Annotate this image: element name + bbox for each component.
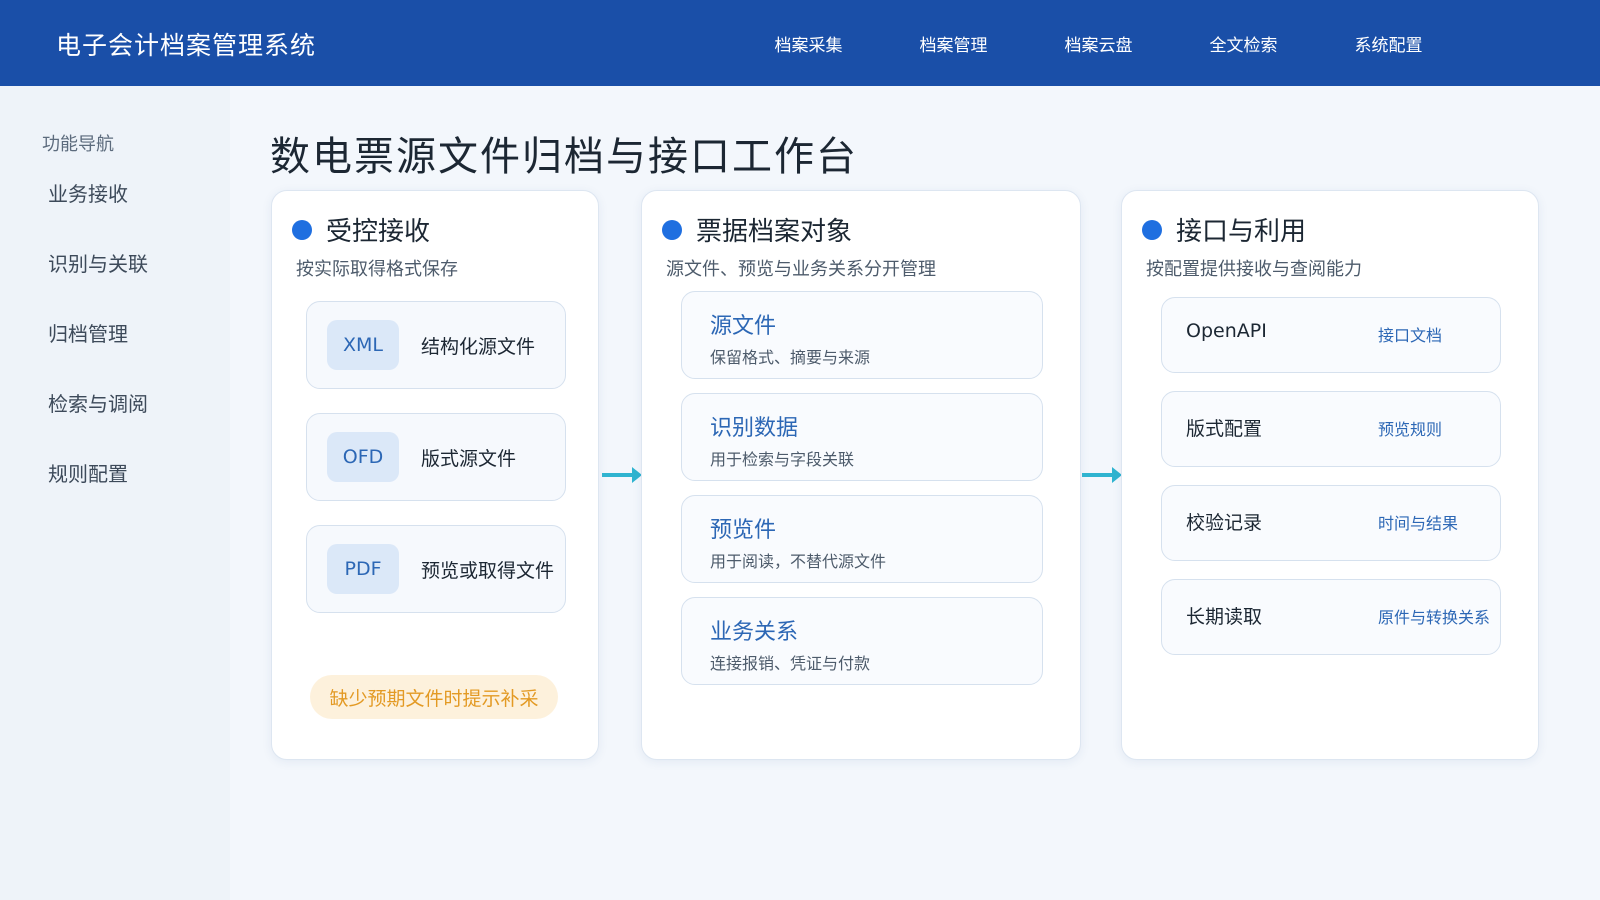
api-card: 接口与利用 按配置提供接收与查阅能力 OpenAPI 接口文档 版式配置 预览规… [1121, 190, 1539, 760]
api-item-name: 长期读取 [1186, 606, 1263, 628]
api-item-link[interactable]: 预览规则 [1378, 416, 1442, 440]
format-item-ofd[interactable]: OFD 版式源文件 [306, 413, 566, 501]
api-item-layout: 版式配置 预览规则 [1161, 391, 1501, 467]
format-label: 结构化源文件 [421, 336, 536, 358]
api-item-longterm: 长期读取 原件与转换关系 [1161, 579, 1501, 655]
nav-item-search[interactable]: 全文检索 [1171, 31, 1316, 56]
objects-card: 票据档案对象 源文件、预览与业务关系分开管理 源文件 保留格式、摘要与来源 识别… [641, 190, 1081, 760]
bullet-dot-icon [1142, 219, 1162, 240]
sidebar-item-business-intake[interactable]: 业务接收 [48, 178, 128, 207]
object-title: 预览件 [710, 518, 777, 543]
intake-card-header: 受控接收 [292, 211, 430, 248]
api-item-link[interactable]: 时间与结果 [1378, 510, 1458, 534]
objects-card-title: 票据档案对象 [696, 217, 853, 247]
sidebar-item-archive[interactable]: 归档管理 [48, 318, 128, 347]
page-title: 数电票源文件归档与接口工作台 [270, 134, 858, 180]
format-item-pdf[interactable]: PDF 预览或取得文件 [306, 525, 566, 613]
api-item-validation: 校验记录 时间与结果 [1161, 485, 1501, 561]
app-title: 电子会计档案管理系统 [56, 31, 317, 60]
api-card-subtitle: 按配置提供接收与查阅能力 [1146, 259, 1362, 280]
object-item-source[interactable]: 源文件 保留格式、摘要与来源 [681, 291, 1043, 379]
object-item-business[interactable]: 业务关系 连接报销、凭证与付款 [681, 597, 1043, 685]
api-item-name: 版式配置 [1186, 418, 1263, 440]
api-item-link[interactable]: 接口文档 [1378, 322, 1442, 346]
intake-card-subtitle: 按实际取得格式保存 [296, 259, 458, 280]
nav-item-manage[interactable]: 档案管理 [881, 31, 1026, 56]
api-card-header: 接口与利用 [1142, 211, 1306, 248]
object-desc: 用于检索与字段关联 [710, 450, 855, 469]
bullet-dot-icon [292, 219, 312, 240]
nav-item-settings[interactable]: 系统配置 [1316, 31, 1461, 56]
object-item-recognition[interactable]: 识别数据 用于检索与字段关联 [681, 393, 1043, 481]
objects-card-header: 票据档案对象 [662, 211, 852, 248]
sidebar: 功能导航 业务接收 识别与关联 归档管理 检索与调阅 规则配置 [0, 86, 230, 900]
missing-file-warning: 缺少预期文件时提示补采 [310, 675, 558, 719]
format-label: 预览或取得文件 [421, 560, 555, 582]
flow-arrow-icon [1082, 467, 1122, 483]
objects-card-subtitle: 源文件、预览与业务关系分开管理 [666, 259, 936, 280]
sidebar-item-rules[interactable]: 规则配置 [48, 458, 128, 487]
format-item-xml[interactable]: XML 结构化源文件 [306, 301, 566, 389]
api-item-link[interactable]: 原件与转换关系 [1378, 604, 1490, 628]
api-item-name: 校验记录 [1186, 512, 1263, 534]
xml-badge: XML [327, 320, 399, 370]
object-title: 业务关系 [710, 620, 799, 645]
intake-card-title: 受控接收 [326, 217, 431, 247]
ofd-badge: OFD [327, 432, 399, 482]
intake-card: 受控接收 按实际取得格式保存 XML 结构化源文件 OFD 版式源文件 PDF … [271, 190, 599, 760]
object-desc: 用于阅读，不替代源文件 [710, 552, 887, 571]
flow-arrow-icon [602, 467, 642, 483]
object-desc: 保留格式、摘要与来源 [710, 348, 871, 367]
pdf-badge: PDF [327, 544, 399, 594]
sidebar-item-recognition[interactable]: 识别与关联 [48, 248, 148, 277]
sidebar-title: 功能导航 [42, 134, 114, 155]
nav-item-cloud[interactable]: 档案云盘 [1026, 31, 1171, 56]
top-nav: 档案采集 档案管理 档案云盘 全文检索 系统配置 [736, 0, 1461, 86]
api-card-title: 接口与利用 [1176, 217, 1307, 247]
nav-item-collect[interactable]: 档案采集 [736, 31, 881, 56]
api-item-name: OpenAPI [1186, 320, 1267, 342]
object-item-preview[interactable]: 预览件 用于阅读，不替代源文件 [681, 495, 1043, 583]
api-item-openapi: OpenAPI 接口文档 [1161, 297, 1501, 373]
object-desc: 连接报销、凭证与付款 [710, 654, 871, 673]
object-title: 识别数据 [710, 416, 799, 441]
object-title: 源文件 [710, 314, 777, 339]
top-header: 电子会计档案管理系统 档案采集 档案管理 档案云盘 全文检索 系统配置 [0, 0, 1600, 86]
bullet-dot-icon [662, 219, 682, 240]
sidebar-item-retrieval[interactable]: 检索与调阅 [48, 388, 148, 417]
format-label: 版式源文件 [421, 448, 517, 470]
